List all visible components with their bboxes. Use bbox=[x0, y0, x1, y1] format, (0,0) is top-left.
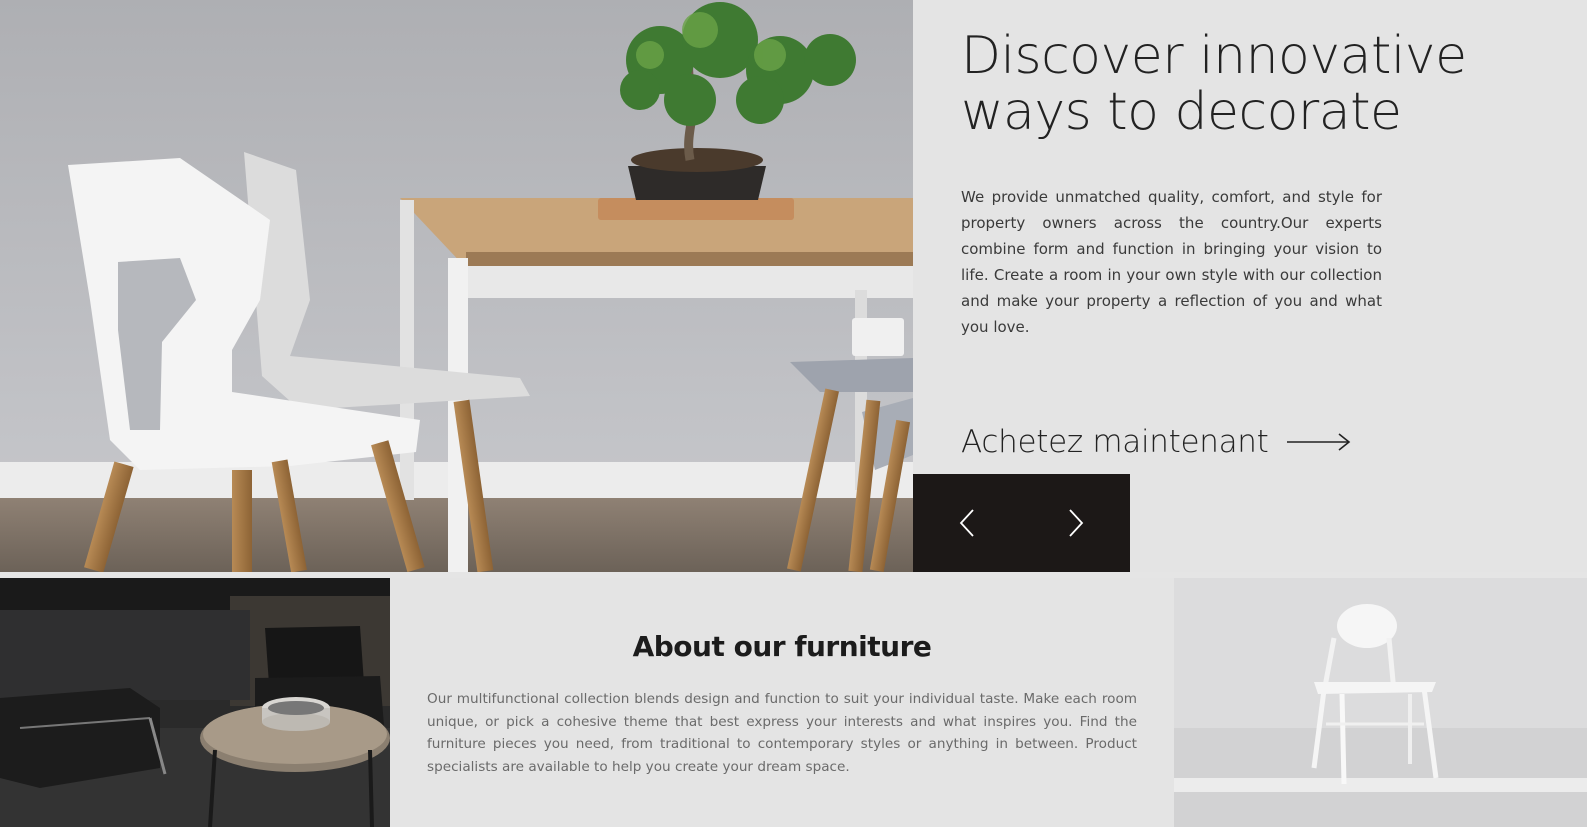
lounge-chairs-photo bbox=[0, 578, 390, 827]
slider-nav bbox=[913, 474, 1130, 572]
slider-prev-button[interactable] bbox=[947, 503, 987, 543]
hero-description: We provide unmatched quality, comfort, a… bbox=[961, 188, 1382, 336]
hero-title: Discover innovative ways to decorate bbox=[961, 26, 1467, 142]
dining-room-photo bbox=[0, 0, 913, 572]
about-right-image bbox=[1174, 578, 1587, 827]
about-section: About our furniture Our multifunctional … bbox=[390, 578, 1174, 827]
chevron-right-icon bbox=[1069, 509, 1083, 537]
shop-now-label: Achetez maintenant bbox=[961, 424, 1269, 460]
slider-next-button[interactable] bbox=[1056, 503, 1096, 543]
about-text: Our multifunctional collection blends de… bbox=[427, 691, 1137, 775]
chevron-left-icon bbox=[960, 509, 974, 537]
about-title: About our furniture bbox=[632, 630, 932, 663]
hero-image bbox=[0, 0, 913, 572]
white-chair-photo bbox=[1174, 578, 1587, 827]
shop-now-link[interactable]: Achetez maintenant bbox=[961, 424, 1351, 460]
about-left-image bbox=[0, 578, 390, 827]
long-arrow-right-icon bbox=[1286, 432, 1351, 452]
